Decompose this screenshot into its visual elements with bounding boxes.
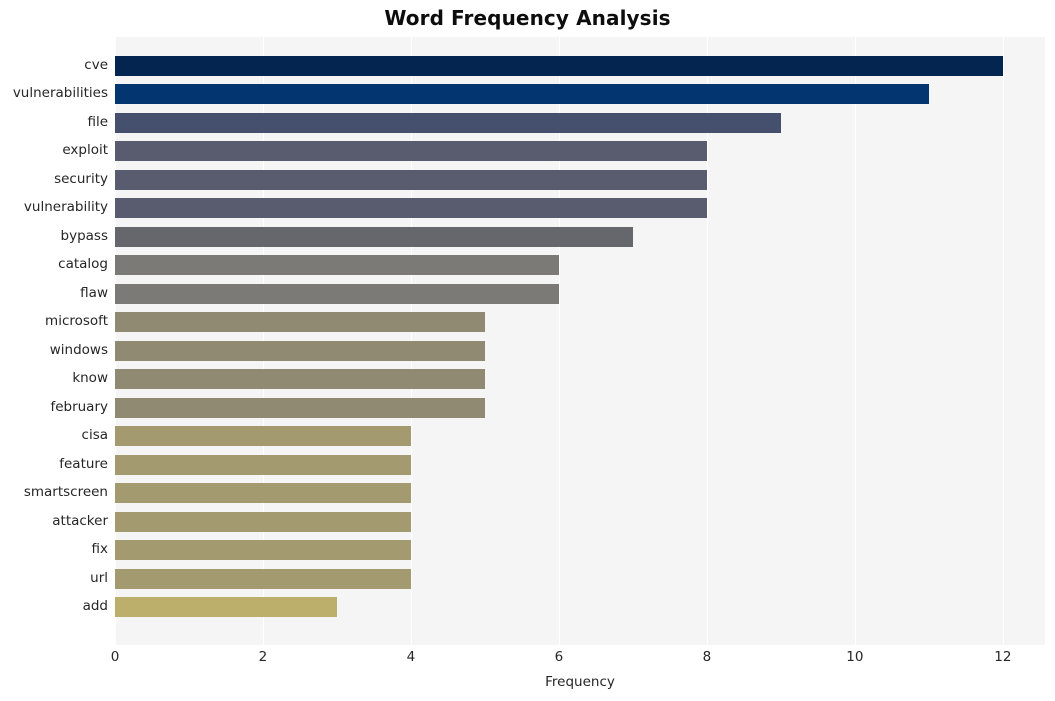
bar-row bbox=[115, 568, 1045, 589]
word-frequency-chart: Word Frequency Analysis cve vulnerabiliti… bbox=[0, 0, 1055, 701]
y-tick-label-catalog: catalog bbox=[58, 256, 108, 273]
bar-row bbox=[115, 511, 1045, 532]
bar-row bbox=[115, 369, 1045, 390]
bar-row bbox=[115, 426, 1045, 447]
bar-attacker bbox=[115, 511, 411, 532]
bar-know bbox=[115, 369, 485, 390]
bar-bypass bbox=[115, 226, 633, 247]
bar-file bbox=[115, 112, 781, 133]
x-tick-label-12: 12 bbox=[994, 649, 1012, 665]
x-tick-label-8: 8 bbox=[702, 649, 712, 665]
x-tick-label-2: 2 bbox=[258, 649, 268, 665]
x-tick-label-10: 10 bbox=[846, 649, 864, 665]
chart-title: Word Frequency Analysis bbox=[384, 6, 671, 30]
x-axis-tick-labels: 0 2 4 6 8 10 12 bbox=[111, 645, 1045, 669]
bar-row bbox=[115, 112, 1045, 133]
y-tick-label-security: security bbox=[54, 170, 108, 187]
y-tick-label-bypass: bypass bbox=[60, 227, 108, 244]
y-tick-label-url: url bbox=[90, 569, 108, 586]
bar-row bbox=[115, 255, 1045, 276]
bar-microsoft bbox=[115, 312, 485, 333]
x-tick-label-4: 4 bbox=[406, 649, 416, 665]
y-tick-label-vulnerability: vulnerability bbox=[23, 199, 108, 216]
bar-february bbox=[115, 397, 485, 418]
y-tick-label-know: know bbox=[72, 370, 108, 387]
y-tick-label-feature: feature bbox=[59, 455, 108, 472]
bar-cve bbox=[115, 55, 1003, 76]
y-tick-label-smartscreen: smartscreen bbox=[23, 484, 108, 501]
bar-cisa bbox=[115, 426, 411, 447]
bar-row bbox=[115, 226, 1045, 247]
x-tick-label-0: 0 bbox=[110, 649, 120, 665]
bar-row bbox=[115, 169, 1045, 190]
bar-catalog bbox=[115, 255, 559, 276]
bar-row bbox=[115, 454, 1045, 475]
bar-smartscreen bbox=[115, 483, 411, 504]
bar-row bbox=[115, 55, 1045, 76]
y-tick-label-vulnerabilities: vulnerabilities bbox=[12, 85, 108, 102]
bar-row bbox=[115, 198, 1045, 219]
x-tick-label-6: 6 bbox=[554, 649, 564, 665]
bar-row bbox=[115, 141, 1045, 162]
bar-vulnerability bbox=[115, 198, 707, 219]
bar-url bbox=[115, 568, 411, 589]
bar-add bbox=[115, 597, 337, 618]
bar-feature bbox=[115, 454, 411, 475]
bar-security bbox=[115, 169, 707, 190]
y-axis-tick-labels: cve vulnerabilities file exploit security vul… bbox=[0, 37, 108, 645]
bar-row bbox=[115, 597, 1045, 618]
y-tick-label-fix: fix bbox=[91, 541, 109, 558]
y-tick-label-flaw: flaw bbox=[80, 284, 108, 301]
y-tick-label-add: add bbox=[82, 598, 108, 615]
y-tick-label-cve: cve bbox=[84, 56, 108, 73]
y-tick-label-february: february bbox=[50, 398, 108, 415]
y-tick-label-cisa: cisa bbox=[81, 427, 108, 444]
y-tick-label-windows: windows bbox=[49, 341, 108, 358]
bar-exploit bbox=[115, 141, 707, 162]
bar-row bbox=[115, 483, 1045, 504]
bar-row bbox=[115, 540, 1045, 561]
plot-area bbox=[115, 37, 1045, 645]
y-tick-label-exploit: exploit bbox=[62, 142, 108, 159]
bar-row bbox=[115, 340, 1045, 361]
bar-flaw bbox=[115, 283, 559, 304]
bar-windows bbox=[115, 340, 485, 361]
y-tick-label-attacker: attacker bbox=[52, 512, 108, 529]
y-tick-label-file: file bbox=[87, 113, 108, 130]
x-axis-label: Frequency bbox=[545, 674, 615, 690]
y-tick-label-microsoft: microsoft bbox=[45, 313, 108, 330]
bar-row bbox=[115, 397, 1045, 418]
bar-vulnerabilities bbox=[115, 84, 929, 105]
bar-fix bbox=[115, 540, 411, 561]
bar-row bbox=[115, 283, 1045, 304]
bar-row bbox=[115, 84, 1045, 105]
bar-row bbox=[115, 312, 1045, 333]
